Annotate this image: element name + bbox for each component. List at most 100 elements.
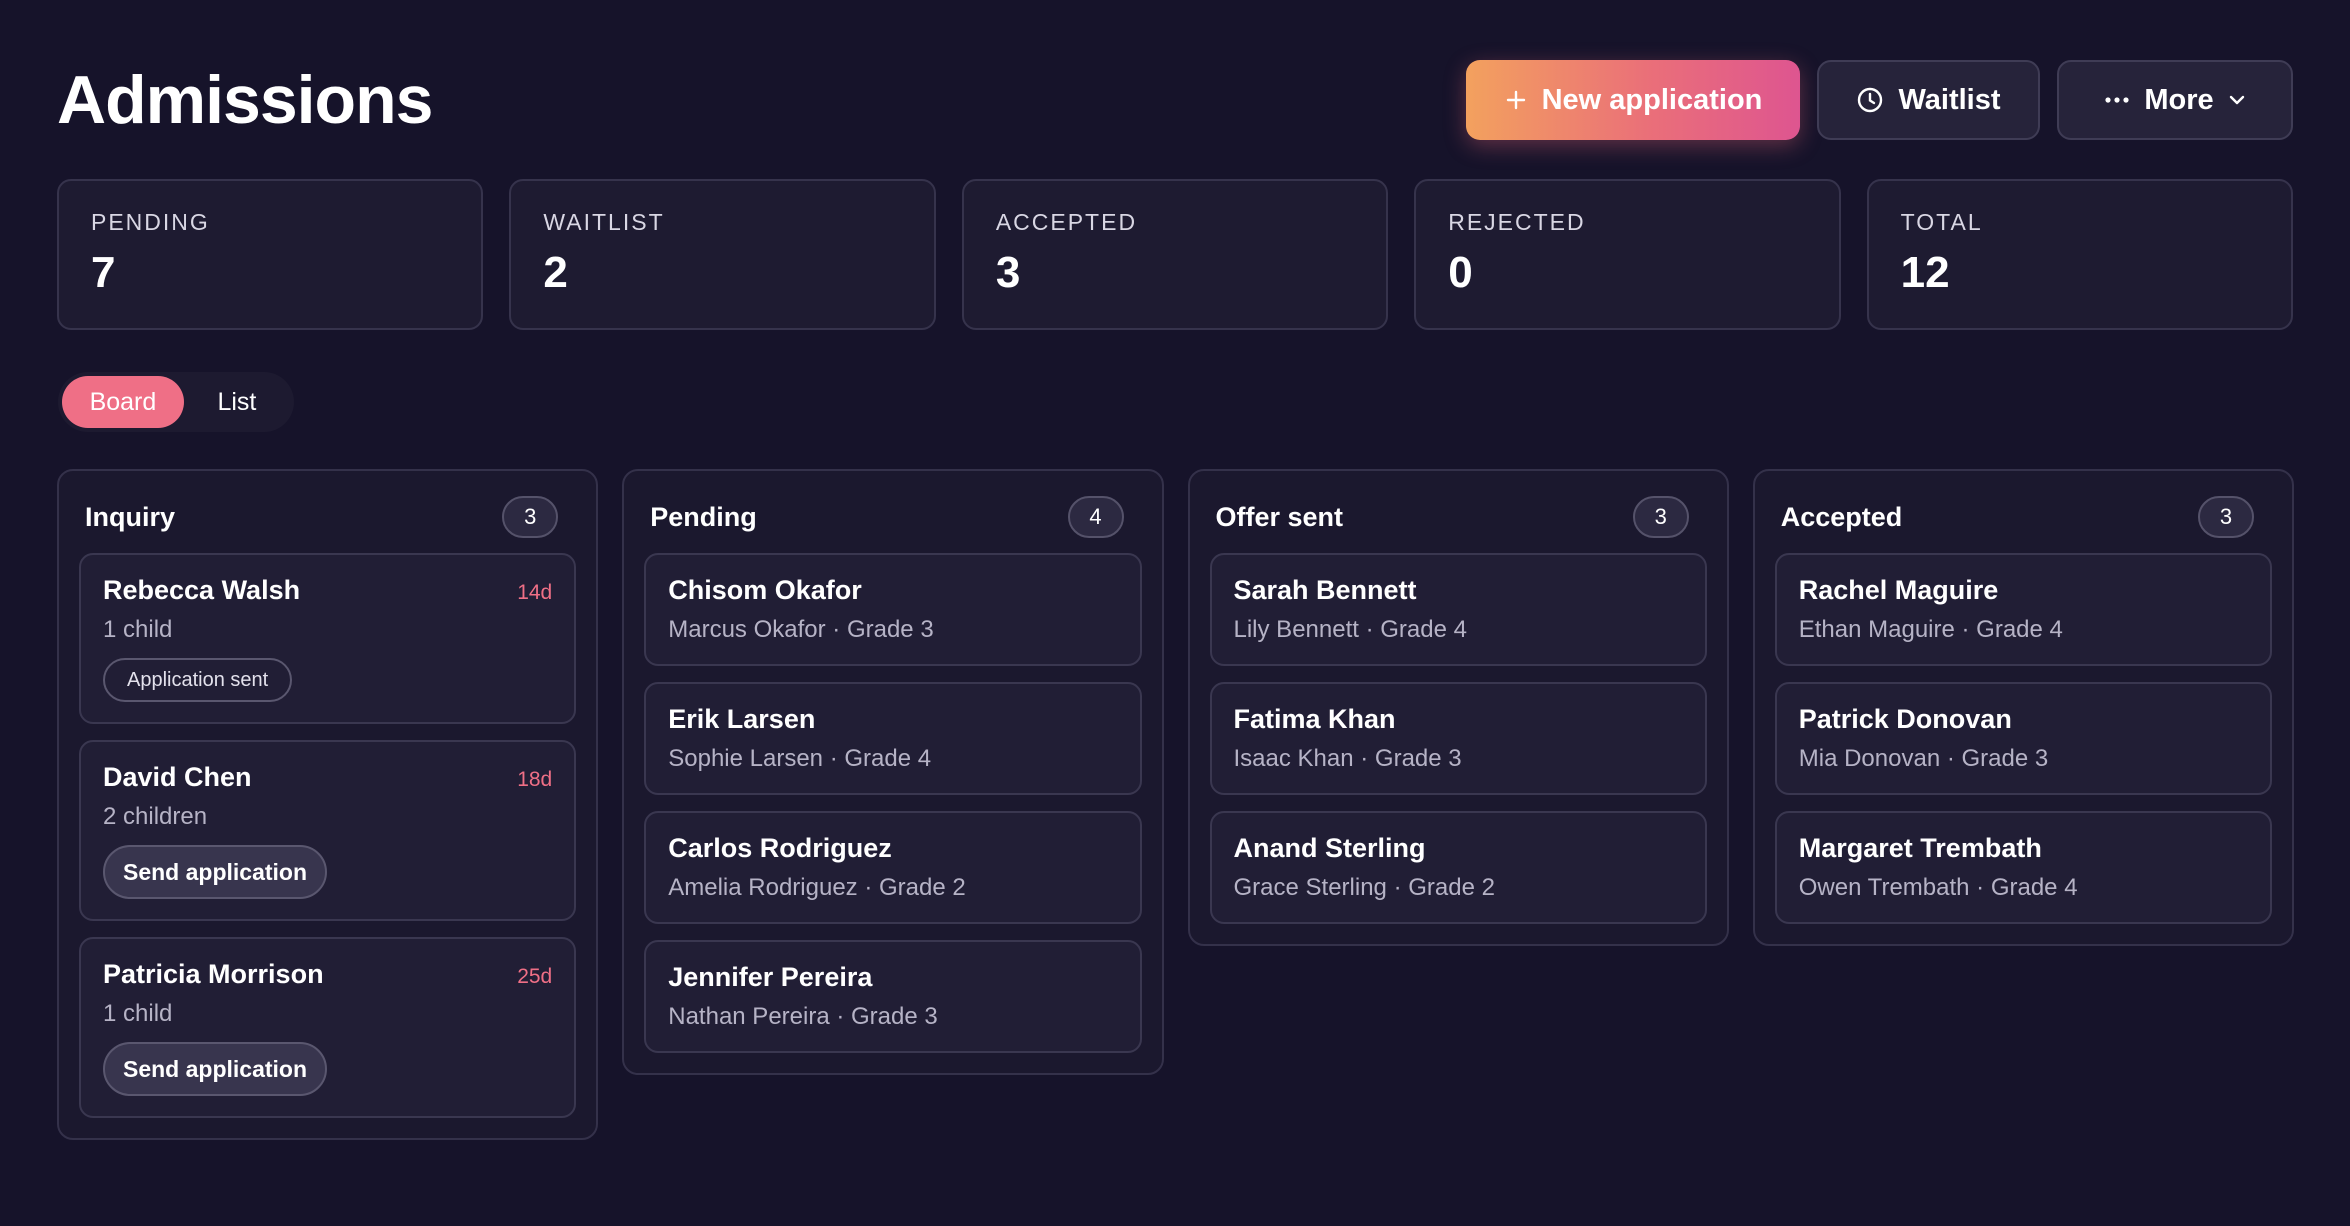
plus-icon: [1504, 88, 1528, 112]
family-name: Rachel Maguire: [1798, 575, 1999, 605]
family-name: Sarah Bennett: [1233, 575, 1417, 605]
send-application-button[interactable]: Send application: [103, 845, 328, 899]
view-toggle: Board List: [58, 372, 294, 432]
application-card[interactable]: Carlos Rodriguez Amelia Rodriguez · Grad…: [644, 811, 1142, 924]
card-list: Rachel Maguire Ethan Maguire · Grade 4 P…: [1774, 553, 2272, 924]
new-application-button[interactable]: New application: [1466, 60, 1800, 140]
stat-value: 2: [543, 248, 568, 297]
column-pending: Pending 4 Chisom Okafor Marcus Okafor · …: [622, 469, 1164, 1075]
column-title: Accepted: [1780, 501, 1903, 532]
family-name: Margaret Trembath: [1798, 833, 2042, 863]
family-name: Anand Sterling: [1233, 833, 1426, 863]
card-header: Patricia Morrison 25d: [103, 959, 552, 990]
stats-row: PENDING 7 WAITLIST 2 ACCEPTED 3 REJECTED…: [57, 179, 2294, 330]
column-header: Pending 4: [644, 491, 1141, 543]
column-offer-sent: Offer sent 3 Sarah Bennett Lily Bennett …: [1187, 469, 1729, 946]
family-name: Carlos Rodriguez: [668, 833, 892, 863]
ellipsis-icon: [2104, 96, 2130, 104]
card-subtitle: 2 children: [103, 803, 208, 830]
stat-pending: PENDING 7: [57, 179, 484, 330]
application-card[interactable]: Jennifer Pereira Nathan Pereira · Grade …: [644, 940, 1142, 1053]
card-header: Rebecca Walsh 14d: [103, 575, 552, 606]
page-header: Admissions New application Waitlist More: [57, 58, 2293, 142]
family-name: Jennifer Pereira: [668, 962, 873, 992]
application-card[interactable]: Sarah Bennett Lily Bennett · Grade 4: [1209, 553, 1707, 666]
card-subtitle: Ethan Maguire · Grade 4: [1798, 616, 2063, 643]
stat-label: WAITLIST: [543, 209, 665, 235]
family-name: Rebecca Walsh: [103, 575, 301, 605]
family-name: Patricia Morrison: [103, 959, 324, 989]
column-count-badge: 3: [2198, 496, 2254, 538]
more-button[interactable]: More: [2057, 60, 2293, 140]
age-label: 18d: [517, 768, 553, 791]
stat-rejected: REJECTED 0: [1414, 179, 1841, 330]
card-list: Chisom Okafor Marcus Okafor · Grade 3 Er…: [644, 553, 1142, 1053]
age-label: 14d: [517, 581, 553, 604]
application-card[interactable]: Chisom Okafor Marcus Okafor · Grade 3: [644, 553, 1142, 666]
stat-label: ACCEPTED: [995, 209, 1138, 235]
application-card[interactable]: Rachel Maguire Ethan Maguire · Grade 4: [1774, 553, 2272, 666]
card-subtitle: Mia Donovan · Grade 3: [1798, 745, 2049, 772]
stat-waitlist: WAITLIST 2: [509, 179, 936, 330]
card-subtitle: Grace Sterling · Grade 2: [1233, 874, 1495, 901]
card-subtitle: Amelia Rodriguez · Grade 2: [668, 874, 966, 901]
clock-icon: [1856, 86, 1884, 114]
column-inquiry: Inquiry 3 Rebecca Walsh 14d 1 child Appl…: [57, 469, 599, 1140]
column-header: Inquiry 3: [79, 491, 576, 543]
column-count-badge: 3: [1632, 496, 1689, 538]
waitlist-label: Waitlist: [1898, 83, 2001, 116]
stat-value: 3: [995, 248, 1021, 297]
header-actions: New application Waitlist More: [1466, 60, 2293, 140]
column-header: Accepted 3: [1775, 491, 2272, 543]
application-card[interactable]: Rebecca Walsh 14d 1 child Application se…: [79, 553, 577, 724]
age-label: 25d: [517, 965, 553, 988]
card-subtitle: Lily Bennett · Grade 4: [1233, 616, 1467, 643]
card-subtitle: Owen Trembath · Grade 4: [1798, 874, 2078, 901]
card-list: Rebecca Walsh 14d 1 child Application se…: [79, 553, 577, 1118]
stat-value: 12: [1900, 248, 1950, 297]
stat-value: 0: [1448, 248, 1473, 297]
application-card[interactable]: Margaret Trembath Owen Trembath · Grade …: [1774, 811, 2272, 924]
application-card[interactable]: Fatima Khan Isaac Khan · Grade 3: [1209, 682, 1707, 795]
column-title: Inquiry: [85, 501, 176, 532]
status-badge: Application sent: [103, 658, 293, 702]
family-name: Fatima Khan: [1233, 704, 1396, 734]
card-header: David Chen 18d: [103, 762, 552, 793]
application-card[interactable]: Erik Larsen Sophie Larsen · Grade 4: [644, 682, 1142, 795]
family-name: David Chen: [103, 762, 252, 792]
stat-total: TOTAL 12: [1866, 179, 2294, 330]
family-name: Erik Larsen: [668, 704, 816, 734]
application-card[interactable]: Patricia Morrison 25d 1 child Send appli…: [79, 937, 577, 1118]
column-accepted: Accepted 3 Rachel Maguire Ethan Maguire …: [1752, 469, 2294, 946]
stat-value: 7: [91, 248, 116, 297]
card-subtitle: Isaac Khan · Grade 3: [1233, 745, 1462, 772]
family-name: Patrick Donovan: [1798, 704, 2012, 734]
stat-label: REJECTED: [1448, 209, 1586, 235]
chevron-down-icon: [2228, 94, 2246, 106]
card-subtitle: 1 child: [103, 616, 173, 643]
card-list: Sarah Bennett Lily Bennett · Grade 4 Fat…: [1209, 553, 1707, 924]
card-subtitle: Nathan Pereira · Grade 3: [668, 1003, 938, 1030]
card-subtitle: Sophie Larsen · Grade 4: [668, 745, 932, 772]
column-title: Offer sent: [1215, 501, 1344, 532]
application-card[interactable]: Patrick Donovan Mia Donovan · Grade 3: [1774, 682, 2272, 795]
application-card[interactable]: Anand Sterling Grace Sterling · Grade 2: [1209, 811, 1707, 924]
new-application-label: New application: [1541, 83, 1763, 116]
column-count-badge: 4: [1067, 496, 1124, 538]
stat-accepted: ACCEPTED 3: [961, 179, 1389, 330]
card-subtitle: 1 child: [103, 1000, 173, 1027]
more-label: More: [2144, 83, 2214, 116]
stat-label: TOTAL: [1900, 209, 1983, 235]
card-subtitle: Marcus Okafor · Grade 3: [668, 616, 934, 643]
column-title: Pending: [650, 501, 757, 532]
stat-label: PENDING: [91, 209, 210, 235]
tab-board[interactable]: Board: [62, 376, 184, 428]
tab-list[interactable]: List: [184, 376, 290, 428]
application-card[interactable]: David Chen 18d 2 children Send applicati…: [79, 740, 577, 921]
page-title: Admissions: [57, 62, 433, 138]
family-name: Chisom Okafor: [668, 575, 862, 605]
column-count-badge: 3: [502, 496, 559, 538]
waitlist-button[interactable]: Waitlist: [1817, 60, 2040, 140]
send-application-button[interactable]: Send application: [103, 1042, 328, 1096]
column-header: Offer sent 3: [1210, 491, 1707, 543]
